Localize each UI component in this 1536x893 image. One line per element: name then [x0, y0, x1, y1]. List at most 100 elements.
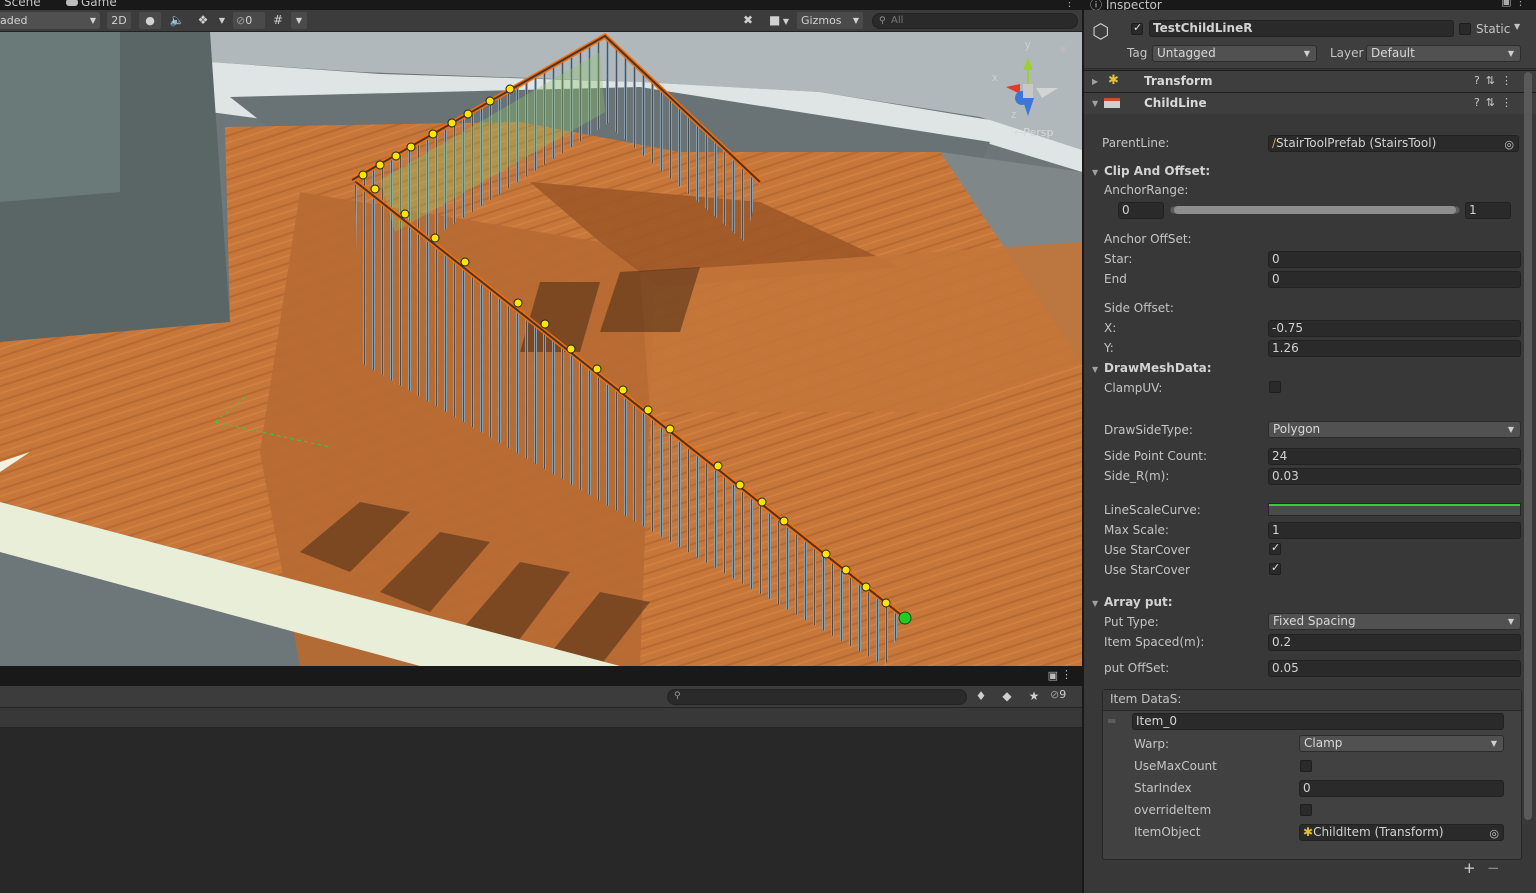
draw-mesh-section[interactable]: DrawMeshData:	[1104, 361, 1212, 375]
camera-settings-button[interactable]: ■ ▼	[764, 12, 794, 29]
lighting-toggle-button[interactable]: ●	[139, 12, 161, 29]
use-star-cover-2-checkbox[interactable]	[1269, 561, 1281, 575]
transform-component-header[interactable]: ▶ ✱ Transform ?⇅⋮	[1084, 70, 1536, 92]
audio-toggle-button[interactable]: 🔈	[166, 12, 188, 29]
side-offset-x-field[interactable]: -0.75	[1268, 320, 1521, 337]
projection-toggle[interactable]: ←Persp	[1014, 126, 1053, 139]
anchor-range-fill[interactable]	[1174, 206, 1456, 214]
warp-label: Warp:	[1134, 737, 1170, 751]
drag-handle-icon[interactable]: ═	[1108, 714, 1115, 728]
filter-type-button[interactable]: ♦	[972, 688, 990, 705]
anchor-range-min-field[interactable]: 0	[1118, 202, 1164, 219]
shading-mode-label: aded	[0, 14, 28, 27]
inspector-menu-icon[interactable]: ▣ ⋮	[1501, 0, 1526, 8]
speaker-icon: 🔈	[169, 13, 185, 27]
override-item-label: overrideItem	[1134, 803, 1212, 817]
favorites-button[interactable]: ★	[1025, 688, 1043, 705]
toggle-2d-button[interactable]: 2D	[107, 12, 131, 29]
filter-label-button[interactable]: ◆	[998, 688, 1016, 705]
gizmo-axis-z: z	[1011, 109, 1017, 121]
inspector-scrollbar[interactable]	[1524, 72, 1532, 820]
effects-toggle-button[interactable]: ❖	[192, 12, 214, 29]
anchor-range-max-field[interactable]: 1	[1465, 202, 1511, 219]
static-checkbox[interactable]	[1459, 23, 1471, 35]
use-max-count-checkbox[interactable]	[1300, 760, 1312, 772]
warp-value: Clamp	[1304, 736, 1343, 750]
tag-dropdown[interactable]: Untagged ▼	[1152, 45, 1317, 62]
panel-menu-icon[interactable]: ⋮	[1061, 668, 1072, 681]
tab-game[interactable]: Game	[66, 0, 117, 10]
side-offset-y-field[interactable]: 1.26	[1268, 340, 1521, 357]
shapes-icon: ♦	[975, 689, 987, 703]
line-scale-curve-field[interactable]	[1268, 503, 1521, 516]
grid-toggle-button[interactable]: #	[268, 12, 288, 29]
list-remove-button[interactable]: −	[1487, 859, 1500, 877]
put-type-dropdown[interactable]: Fixed Spacing ▼	[1268, 613, 1521, 630]
chevron-down-icon[interactable]: ▼	[1514, 22, 1520, 31]
hidden-objects-toggle[interactable]: ⊘0	[233, 12, 265, 29]
put-offset-label: put OffSet:	[1104, 661, 1170, 675]
clip-offset-section[interactable]: Clip And Offset:	[1104, 164, 1210, 178]
clamp-uv-checkbox[interactable]	[1269, 381, 1281, 393]
chevron-down-icon: ▼	[295, 16, 303, 25]
gizmo-axis-x: x	[992, 72, 998, 84]
hidden-objects-count: 0	[245, 14, 253, 27]
item-name-field[interactable]: Item_0	[1132, 713, 1504, 730]
tab-inspector[interactable]: ⓘ Inspector	[1090, 0, 1162, 10]
hierarchy-search-input[interactable]: ⚲	[667, 689, 967, 705]
line-scale-curve-label: LineScaleCurve:	[1104, 503, 1201, 517]
component-header-icons[interactable]: ?⇅⋮	[1474, 74, 1518, 87]
side-r-field[interactable]: 0.03	[1268, 468, 1521, 485]
active-checkbox[interactable]	[1131, 21, 1143, 35]
shading-mode-dropdown[interactable]: aded ▼	[0, 12, 100, 29]
hidden-packages-toggle[interactable]: ⊘9	[1050, 688, 1066, 701]
childline-component-header[interactable]: ▼ ChildLine ?⇅⋮	[1084, 92, 1536, 114]
foldout-expanded-icon[interactable]: ▼	[1092, 365, 1098, 374]
cube-icon: ⬡	[1092, 19, 1110, 43]
gizmos-button[interactable]: Gizmos ▼	[797, 12, 863, 29]
object-name-field[interactable]: TestChildLineR	[1149, 20, 1454, 37]
override-item-checkbox[interactable]	[1300, 804, 1312, 816]
layer-dropdown[interactable]: Default ▼	[1366, 45, 1521, 62]
end-field[interactable]: 0	[1268, 271, 1521, 288]
max-scale-field[interactable]: 1	[1268, 522, 1521, 539]
layer-label: Layer	[1330, 46, 1364, 60]
parent-line-field[interactable]: ∕StairToolPrefab (StairsTool) ◎	[1268, 135, 1519, 152]
star-index-field[interactable]: 0	[1299, 780, 1504, 797]
chevron-down-icon: ▼	[89, 16, 96, 25]
lock-icon[interactable]: ▣	[1048, 669, 1058, 682]
grid-dropdown[interactable]: ▼	[291, 12, 307, 29]
foldout-expanded-icon[interactable]: ▼	[1092, 599, 1098, 608]
use-star-cover-checkbox[interactable]	[1269, 541, 1281, 555]
scene-viewport[interactable]: y x z ■ ←Persp	[0, 32, 1082, 666]
draw-side-type-dropdown[interactable]: Polygon ▼	[1268, 421, 1521, 438]
warp-dropdown[interactable]: Clamp ▼	[1299, 735, 1504, 752]
object-picker-icon[interactable]: ◎	[1504, 137, 1514, 151]
foldout-expanded-icon[interactable]: ▼	[1092, 168, 1098, 177]
bottom-panel-content[interactable]	[0, 728, 1082, 893]
put-offset-field[interactable]: 0.05	[1268, 660, 1521, 677]
star-icon: ★	[1028, 689, 1040, 703]
item-object-field[interactable]: ✱ChildItem (Transform) ◎	[1299, 824, 1504, 841]
list-add-button[interactable]: +	[1463, 859, 1476, 877]
array-put-section[interactable]: Array put:	[1104, 595, 1173, 609]
gizmos-label: Gizmos	[801, 14, 842, 27]
side-point-count-field[interactable]: 24	[1268, 448, 1521, 465]
tools-button[interactable]: ✖	[738, 12, 758, 29]
tab-menu-icon[interactable]: ⋮	[1064, 0, 1075, 9]
star-field[interactable]: 0	[1268, 251, 1521, 268]
tab-scene[interactable]: Scene	[4, 0, 41, 10]
chevron-down-icon: ▼	[1507, 49, 1514, 58]
scene-toolbar: aded ▼ 2D ● 🔈 ❖ ▼ ⊘0 # ▼ ✖ ■ ▼ Gizmos ▼ ⚲ A…	[0, 10, 1082, 32]
scene-search-input[interactable]: ⚲ All	[872, 13, 1078, 29]
item-spaced-field[interactable]: 0.2	[1268, 634, 1521, 651]
effects-dropdown[interactable]: ▼	[215, 12, 229, 29]
component-header-icons[interactable]: ?⇅⋮	[1474, 96, 1518, 109]
tab-inspector-label: Inspector	[1105, 0, 1162, 10]
object-picker-icon[interactable]: ◎	[1489, 826, 1499, 840]
put-type-label: Put Type:	[1104, 615, 1159, 629]
eye-slash-icon: ⊘	[236, 14, 246, 27]
bottom-panel-breadcrumb	[0, 708, 1082, 728]
use-star-cover-label: Use StarCover	[1104, 543, 1190, 557]
parent-line-label: ParentLine:	[1102, 136, 1170, 150]
